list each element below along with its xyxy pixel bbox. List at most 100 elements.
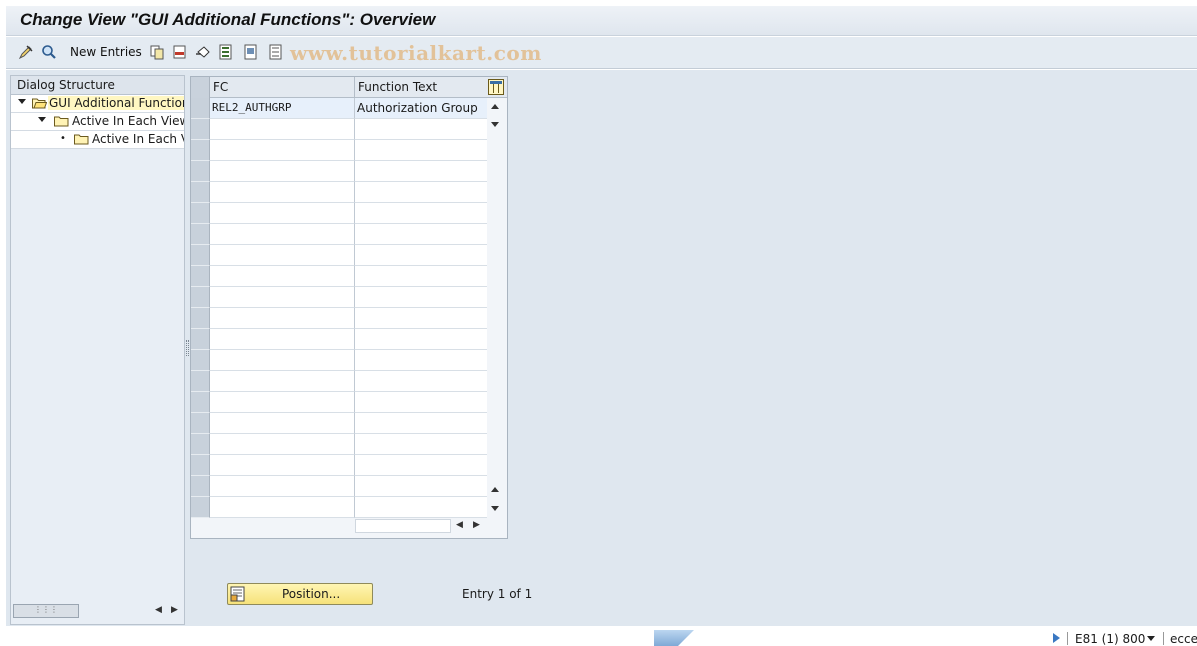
table-row[interactable]: [191, 455, 487, 476]
cell-function-text[interactable]: [355, 308, 487, 329]
cell-fc[interactable]: [210, 476, 355, 497]
row-selector[interactable]: [191, 287, 210, 308]
table-row[interactable]: [191, 140, 487, 161]
cell-function-text[interactable]: [355, 476, 487, 497]
table-row[interactable]: [191, 413, 487, 434]
table-horizontal-scrollbar[interactable]: ◀ ▶: [355, 519, 495, 533]
cell-fc[interactable]: [210, 245, 355, 266]
cell-fc[interactable]: [210, 392, 355, 413]
expand-arrow-icon[interactable]: [18, 99, 26, 104]
cell-function-text[interactable]: [355, 266, 487, 287]
row-selector[interactable]: [191, 224, 210, 245]
scroll-down-icon[interactable]: [491, 122, 499, 127]
table-row[interactable]: [191, 350, 487, 371]
cell-function-text[interactable]: [355, 371, 487, 392]
row-selector[interactable]: [191, 98, 210, 119]
row-selector[interactable]: [191, 497, 210, 518]
table-row[interactable]: REL2_AUTHGRP Authorization Group: [191, 98, 487, 119]
cell-function-text[interactable]: [355, 224, 487, 245]
table-settings-icon[interactable]: [488, 79, 504, 95]
cell-fc[interactable]: [210, 308, 355, 329]
table-row[interactable]: [191, 182, 487, 203]
delete-icon[interactable]: [172, 44, 188, 60]
cell-function-text[interactable]: [355, 161, 487, 182]
cell-fc[interactable]: [210, 329, 355, 350]
row-selector[interactable]: [191, 203, 210, 224]
copy-icon[interactable]: [149, 44, 165, 60]
table-row[interactable]: [191, 371, 487, 392]
table-row[interactable]: [191, 287, 487, 308]
cell-fc[interactable]: REL2_AUTHGRP: [210, 98, 355, 119]
cell-fc[interactable]: [210, 140, 355, 161]
select-all-icon[interactable]: [218, 44, 234, 60]
cell-function-text[interactable]: [355, 287, 487, 308]
cell-function-text[interactable]: [355, 392, 487, 413]
cell-fc[interactable]: [210, 350, 355, 371]
edit-display-icon[interactable]: [18, 44, 34, 60]
table-row[interactable]: [191, 392, 487, 413]
cell-fc[interactable]: [210, 287, 355, 308]
cell-function-text[interactable]: [355, 497, 487, 518]
table-row[interactable]: [191, 497, 487, 518]
cell-function-text[interactable]: [355, 182, 487, 203]
row-selector[interactable]: [191, 182, 210, 203]
row-selector[interactable]: [191, 140, 210, 161]
undo-icon[interactable]: [195, 44, 211, 60]
cell-function-text[interactable]: Authorization Group: [355, 98, 487, 119]
column-divider[interactable]: [354, 77, 355, 98]
column-header-function-text[interactable]: Function Text: [358, 80, 437, 94]
table-row[interactable]: [191, 329, 487, 350]
vertical-scrollbar[interactable]: [487, 98, 507, 518]
tree-item-active-in-each-view[interactable]: Active In Each View: [11, 113, 184, 131]
scroll-down-icon[interactable]: [491, 506, 499, 511]
row-selector[interactable]: [191, 392, 210, 413]
cell-function-text[interactable]: [355, 140, 487, 161]
row-selector[interactable]: [191, 413, 210, 434]
status-expand-icon[interactable]: [1053, 633, 1060, 643]
cell-fc[interactable]: [210, 266, 355, 287]
row-selector[interactable]: [191, 266, 210, 287]
tree-item-active-in-each-vi[interactable]: • Active In Each Vi: [11, 131, 184, 149]
system-info-dropdown-icon[interactable]: [1147, 636, 1155, 641]
cell-fc[interactable]: [210, 434, 355, 455]
pane-splitter[interactable]: [186, 340, 189, 356]
row-selector[interactable]: [191, 371, 210, 392]
cell-fc[interactable]: [210, 497, 355, 518]
select-block-icon[interactable]: [243, 44, 259, 60]
table-row[interactable]: [191, 434, 487, 455]
table-row[interactable]: [191, 224, 487, 245]
cell-fc[interactable]: [210, 161, 355, 182]
select-all-rows-button[interactable]: [191, 77, 210, 98]
horizontal-scrollbar[interactable]: ⋮⋮⋮ ◀ ▶: [13, 604, 181, 618]
scroll-up-icon[interactable]: [491, 487, 499, 492]
scroll-left-icon[interactable]: ◀: [155, 605, 162, 615]
cell-fc[interactable]: [210, 203, 355, 224]
table-row[interactable]: [191, 308, 487, 329]
cell-fc[interactable]: [210, 224, 355, 245]
find-icon[interactable]: [41, 44, 57, 60]
cell-function-text[interactable]: [355, 119, 487, 140]
expand-arrow-icon[interactable]: [38, 117, 46, 122]
table-row[interactable]: [191, 161, 487, 182]
table-row[interactable]: [191, 245, 487, 266]
column-header-fc[interactable]: FC: [213, 80, 228, 94]
new-entries-button[interactable]: New Entries: [70, 45, 142, 59]
row-selector[interactable]: [191, 245, 210, 266]
cell-function-text[interactable]: [355, 434, 487, 455]
row-selector[interactable]: [191, 119, 210, 140]
cell-fc[interactable]: [210, 413, 355, 434]
deselect-all-icon[interactable]: [268, 44, 284, 60]
cell-function-text[interactable]: [355, 245, 487, 266]
row-selector[interactable]: [191, 476, 210, 497]
scrollbar-thumb[interactable]: ⋮⋮⋮: [13, 604, 79, 618]
scroll-right-icon[interactable]: ▶: [473, 520, 480, 530]
table-row[interactable]: [191, 119, 487, 140]
tree-item-gui-additional-functions[interactable]: GUI Additional Functions: [11, 95, 184, 113]
scroll-right-icon[interactable]: ▶: [171, 605, 178, 615]
cell-function-text[interactable]: [355, 203, 487, 224]
table-row[interactable]: [191, 266, 487, 287]
row-selector[interactable]: [191, 434, 210, 455]
row-selector[interactable]: [191, 455, 210, 476]
row-selector[interactable]: [191, 329, 210, 350]
cell-fc[interactable]: [210, 371, 355, 392]
